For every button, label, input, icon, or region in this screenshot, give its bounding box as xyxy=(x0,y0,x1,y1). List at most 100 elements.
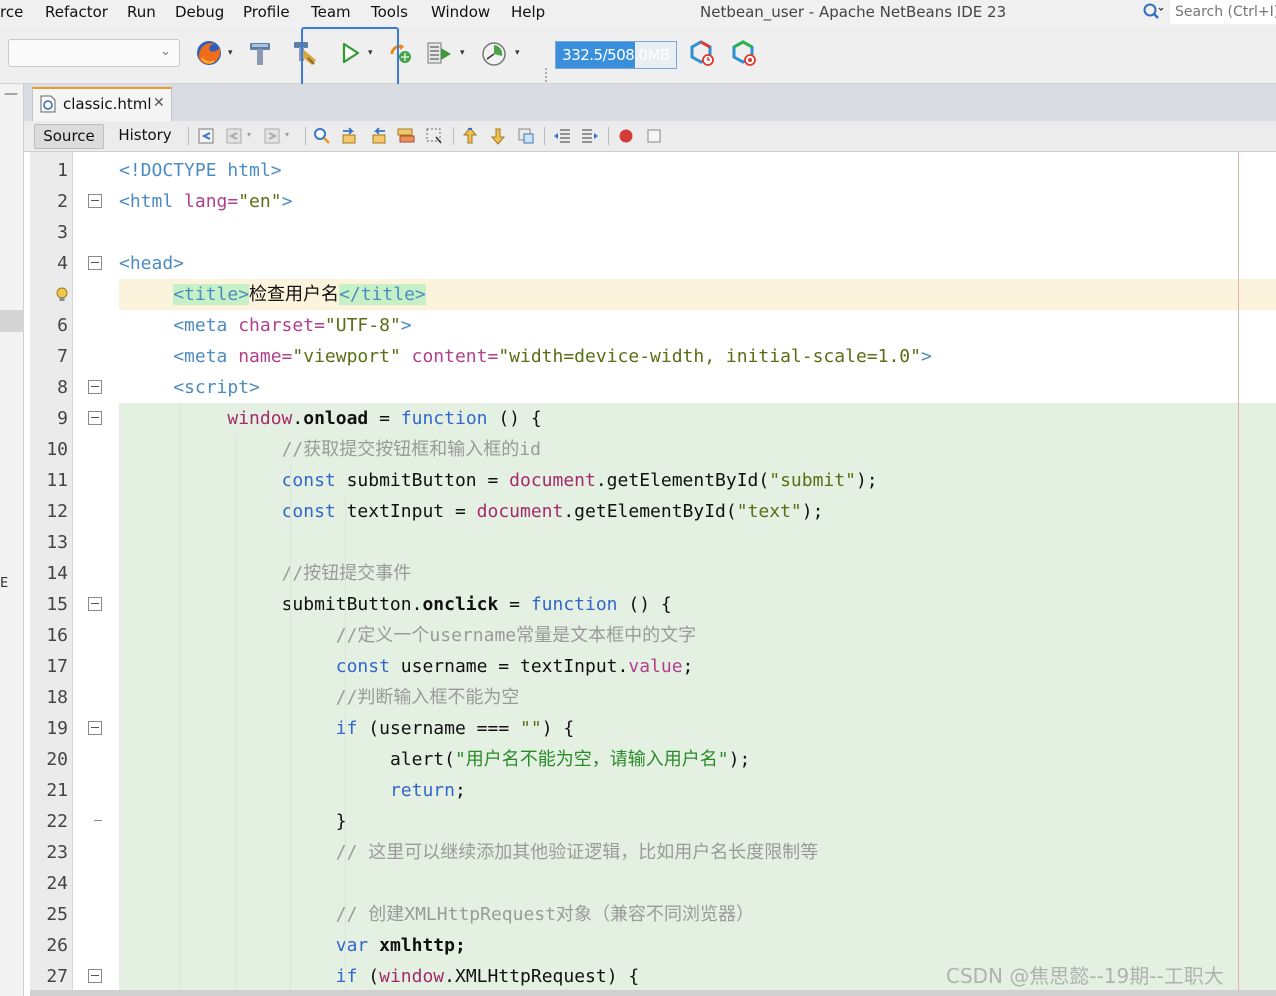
forward-dropdown-icon[interactable]: ▾ xyxy=(285,130,289,139)
previous-bookmark-icon[interactable] xyxy=(460,126,480,146)
line-number: 20 xyxy=(46,749,68,770)
find-icon[interactable] xyxy=(312,126,332,146)
last-edit-icon[interactable] xyxy=(196,126,216,146)
code-token: = xyxy=(498,594,531,615)
close-icon[interactable]: ✕ xyxy=(153,95,165,111)
line-number: 3 xyxy=(57,222,68,243)
code-line[interactable]: 24 xyxy=(30,868,1276,899)
fold-toggle-icon[interactable] xyxy=(88,380,102,394)
menu-source[interactable]: rce xyxy=(0,3,23,21)
build-hammer-icon[interactable] xyxy=(245,38,275,68)
code-line[interactable]: 6 <meta charset="UTF-8"> xyxy=(30,310,1276,341)
find-previous-icon[interactable] xyxy=(340,126,360,146)
editor-tab-classic-html[interactable]: classic.html ✕ xyxy=(32,87,172,121)
shift-right-icon[interactable] xyxy=(580,126,600,146)
code-line[interactable]: 12 const textInput = document.getElement… xyxy=(30,496,1276,527)
code-text: const submitButton = document.getElement… xyxy=(119,465,878,496)
code-token: if xyxy=(335,718,358,739)
menu-window[interactable]: Window xyxy=(431,3,490,21)
line-number: 1 xyxy=(57,160,68,181)
find-next-icon[interactable] xyxy=(368,126,388,146)
gc-icon[interactable] xyxy=(686,38,716,68)
fold-toggle-icon[interactable] xyxy=(88,411,102,425)
hint-lightbulb-icon[interactable] xyxy=(56,287,68,303)
toggle-highlight-icon[interactable] xyxy=(396,126,416,146)
code-line[interactable]: 18 //判断输入框不能为空 xyxy=(30,682,1276,713)
code-line[interactable]: 20 alert("用户名不能为空，请输入用户名"); xyxy=(30,744,1276,775)
browser-icon[interactable] xyxy=(194,38,224,68)
code-text: const username = textInput.value; xyxy=(119,651,694,682)
menu-run[interactable]: Run xyxy=(127,3,156,21)
code-line[interactable]: 14 //按钮提交事件 xyxy=(30,558,1276,589)
code-token: <meta xyxy=(173,315,228,336)
run-icon[interactable] xyxy=(335,38,365,68)
code-line[interactable]: 11 const submitButton = document.getElem… xyxy=(30,465,1276,496)
start-macro-recording-icon[interactable] xyxy=(616,126,636,146)
search-input[interactable] xyxy=(1170,0,1276,24)
shift-left-icon[interactable] xyxy=(552,126,572,146)
menu-debug[interactable]: Debug xyxy=(175,3,224,21)
side-selected-item[interactable] xyxy=(0,310,24,332)
code-line[interactable]: 23 // 这里可以继续添加其他验证逻辑，比如用户名长度限制等 xyxy=(30,837,1276,868)
code-line[interactable]: 8 <script> xyxy=(30,372,1276,403)
code-token: window xyxy=(379,966,445,987)
minimize-icon[interactable]: — xyxy=(4,86,18,102)
fold-toggle-icon[interactable] xyxy=(88,721,102,735)
rectangular-selection-icon[interactable] xyxy=(424,126,444,146)
profile-dropdown-icon[interactable]: ▾ xyxy=(515,48,520,58)
toggle-bookmark-icon[interactable] xyxy=(516,126,536,146)
code-line[interactable]: 26 var xmlhttp; xyxy=(30,930,1276,961)
menu-team[interactable]: Team xyxy=(311,3,351,21)
code-line[interactable]: 21 return; xyxy=(30,775,1276,806)
test-project-icon[interactable] xyxy=(424,38,454,68)
code-line[interactable]: 4 <head> xyxy=(30,248,1276,279)
code-line[interactable]: 16 //定义一个username常量是文本框中的文字 xyxy=(30,620,1276,651)
search-icon[interactable] xyxy=(1142,2,1164,22)
horizontal-scrollbar[interactable] xyxy=(30,990,1276,996)
code-token: name= xyxy=(227,346,293,367)
chevron-down-icon: ⌄ xyxy=(160,44,171,59)
test-dropdown-icon[interactable]: ▾ xyxy=(460,48,465,58)
code-line[interactable]: 9 window.onload = function () { xyxy=(30,403,1276,434)
tab-history[interactable]: History xyxy=(112,124,178,149)
run-dropdown-icon[interactable]: ▾ xyxy=(368,48,373,58)
code-line[interactable]: 22 } xyxy=(30,806,1276,837)
forward-icon[interactable] xyxy=(262,126,282,146)
code-text: <head> xyxy=(119,248,184,279)
editor-tab-bar: classic.html ✕ xyxy=(24,84,1276,121)
code-line[interactable]: 13 xyxy=(30,527,1276,558)
code-line[interactable]: 3 xyxy=(30,217,1276,248)
code-line[interactable]: 17 const username = textInput.value; xyxy=(30,651,1276,682)
code-line[interactable]: 7 <meta name="viewport" content="width=d… xyxy=(30,341,1276,372)
menu-tools[interactable]: Tools xyxy=(371,3,408,21)
code-line[interactable]: 10 //获取提交按钮框和输入框的id xyxy=(30,434,1276,465)
code-line[interactable]: 15 submitButton.onclick = function () { xyxy=(30,589,1276,620)
fold-toggle-icon[interactable] xyxy=(88,969,102,983)
menu-help[interactable]: Help xyxy=(511,3,545,21)
code-editor[interactable]: 1 <!DOCTYPE html> 2 <html lang="en"> 3 4 <head… xyxy=(30,152,1276,996)
gc-stop-icon[interactable] xyxy=(728,38,758,68)
profile-icon[interactable] xyxy=(479,38,509,68)
memory-usage-bar[interactable]: 332.5/508.0MB xyxy=(555,41,677,69)
tab-source[interactable]: Source xyxy=(34,124,104,149)
next-bookmark-icon[interactable] xyxy=(488,126,508,146)
back-dropdown-icon[interactable]: ▾ xyxy=(247,130,251,139)
project-config-select[interactable]: ⌄ xyxy=(8,39,180,67)
code-line[interactable]: <title>检查用户名</title> xyxy=(30,279,1276,310)
code-line[interactable]: 2 <html lang="en"> xyxy=(30,186,1276,217)
code-line[interactable]: 1 <!DOCTYPE html> xyxy=(30,155,1276,186)
code-token: return xyxy=(389,780,455,801)
clean-build-icon[interactable] xyxy=(290,38,320,68)
code-line[interactable]: 25 // 创建XMLHttpRequest对象（兼容不同浏览器） xyxy=(30,899,1276,930)
fold-toggle-icon[interactable] xyxy=(88,256,102,270)
fold-toggle-icon[interactable] xyxy=(88,597,102,611)
menu-profile[interactable]: Profile xyxy=(243,3,290,21)
browser-dropdown-icon[interactable]: ▾ xyxy=(228,48,233,58)
menu-refactor[interactable]: Refactor xyxy=(45,3,108,21)
back-icon[interactable] xyxy=(224,126,244,146)
code-line[interactable]: 19 if (username === "") { xyxy=(30,713,1276,744)
fold-toggle-icon[interactable] xyxy=(88,194,102,208)
stop-macro-recording-icon[interactable] xyxy=(644,126,664,146)
code-token: () { xyxy=(617,594,672,615)
debug-icon[interactable] xyxy=(386,38,416,68)
